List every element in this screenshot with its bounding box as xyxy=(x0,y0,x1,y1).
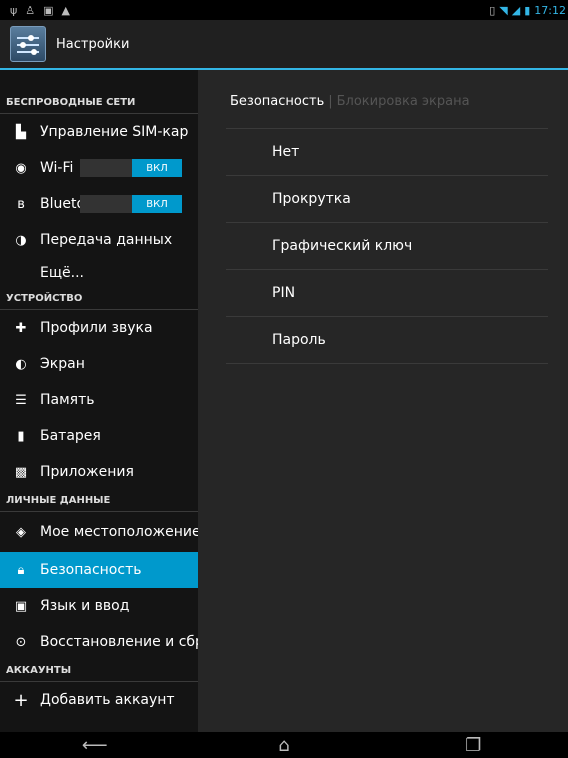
option-pin[interactable]: PIN xyxy=(226,269,548,316)
sidebar-item-label: Ещё... xyxy=(40,265,84,281)
recents-icon[interactable]: ❐ xyxy=(443,735,503,756)
lock-icon: 🔒︎ xyxy=(17,562,25,578)
sidebar-item-more[interactable]: Ещё... xyxy=(0,258,198,288)
sidebar-item-language[interactable]: ▣ Язык и ввод xyxy=(0,588,198,624)
sidebar-item-backup[interactable]: ⊙ Восстановление и сброс xyxy=(0,624,198,660)
app-title: Настройки xyxy=(56,36,130,52)
status-bar: ψ ♙ ▣ ▲ ▯ ◥ ◢ ▮ 17:12 xyxy=(0,0,568,20)
wifi-toggle[interactable]: ВКЛ xyxy=(80,159,182,177)
apps-icon: ▩ xyxy=(14,464,28,480)
debug-icon: ♙ xyxy=(25,3,36,17)
vibrate-icon: ▯ xyxy=(489,3,496,17)
wifi-toggle-on: ВКЛ xyxy=(132,159,182,177)
add-icon: + xyxy=(13,689,29,711)
section-header-personal: ЛИЧНЫЕ ДАННЫЕ xyxy=(0,490,198,512)
sidebar-item-wifi[interactable]: ◉ Wi-Fi ВКЛ xyxy=(0,150,198,186)
breadcrumb-parent: Блокировка экрана xyxy=(336,94,470,109)
sidebar-item-label: Добавить аккаунт xyxy=(40,692,175,708)
sidebar-item-display[interactable]: ◐ Экран xyxy=(0,346,198,382)
sim-icon: ▙ xyxy=(16,124,26,140)
action-bar: Настройки xyxy=(0,20,568,70)
screen-lock-options: Нет Прокрутка Графический ключ PIN Парол… xyxy=(226,128,548,364)
restore-icon: ⊙ xyxy=(15,634,27,650)
back-icon[interactable]: ⟵ xyxy=(65,735,125,756)
sidebar-item-bluetooth[interactable]: ʙ Bluetooth ВКЛ xyxy=(0,186,198,222)
wifi-icon: ◥ xyxy=(499,3,508,17)
sidebar-item-storage[interactable]: ☰ Память xyxy=(0,382,198,418)
sidebar-item-apps[interactable]: ▩ Приложения xyxy=(0,454,198,490)
language-icon: ▣ xyxy=(14,598,28,614)
sidebar-item-label: Управление SIM-кар xyxy=(40,124,189,140)
image-icon: ▣ xyxy=(43,3,54,17)
settings-app-icon[interactable] xyxy=(10,26,46,62)
option-password[interactable]: Пароль xyxy=(226,316,548,364)
section-header-accounts: АККАУНТЫ xyxy=(0,660,198,682)
sidebar-item-label: Bluetooth xyxy=(40,196,80,212)
sound-profile-icon: ✚ xyxy=(15,320,27,336)
breadcrumb-separator: | xyxy=(328,94,333,109)
detail-pane: Безопасность | Блокировка экрана Нет Прокр… xyxy=(198,70,568,732)
option-none[interactable]: Нет xyxy=(226,128,548,175)
breadcrumb: Безопасность | Блокировка экрана xyxy=(230,94,470,109)
sidebar-item-sim[interactable]: ▙ Управление SIM-кар xyxy=(0,114,198,150)
sidebar-item-data-usage[interactable]: ◑ Передача данных xyxy=(0,222,198,258)
sidebar-item-label: Память xyxy=(40,392,95,408)
sidebar-item-label: Приложения xyxy=(40,464,134,480)
data-usage-icon: ◑ xyxy=(15,232,27,248)
sidebar-item-label: Экран xyxy=(40,356,85,372)
home-icon[interactable]: ⌂ xyxy=(254,735,314,756)
sidebar-item-security[interactable]: 🔒︎ Безопасность xyxy=(0,552,198,588)
location-icon: ◈ xyxy=(16,524,26,540)
option-slide[interactable]: Прокрутка xyxy=(226,175,548,222)
sidebar-item-label: Батарея xyxy=(40,428,101,444)
section-header-device: УСТРОЙСТВО xyxy=(0,288,198,310)
wifi-icon: ◉ xyxy=(15,160,27,176)
storage-icon: ☰ xyxy=(15,392,27,408)
sidebar-item-label: Мое местоположение xyxy=(40,524,198,540)
bluetooth-icon: ʙ xyxy=(17,196,25,212)
sidebar-item-label: Профили звука xyxy=(40,320,153,336)
navigation-bar: ⟵ ⌂ ❐ xyxy=(0,732,568,758)
warning-icon: ▲ xyxy=(61,3,71,17)
bluetooth-toggle[interactable]: ВКЛ xyxy=(80,195,182,213)
battery-icon: ▮ xyxy=(524,3,531,17)
sidebar-item-label: Передача данных xyxy=(40,232,173,248)
sidebar-item-label: Язык и ввод xyxy=(40,598,130,614)
sidebar-item-battery[interactable]: ▮ Батарея xyxy=(0,418,198,454)
signal-icon: ◢ xyxy=(511,3,521,17)
sidebar-item-label: Wi-Fi xyxy=(40,160,74,176)
sidebar-item-sound[interactable]: ✚ Профили звука xyxy=(0,310,198,346)
bluetooth-toggle-on: ВКЛ xyxy=(132,195,182,213)
sidebar-item-location[interactable]: ◈ Мое местоположение xyxy=(0,512,198,552)
option-pattern[interactable]: Графический ключ xyxy=(226,222,548,269)
display-icon: ◐ xyxy=(15,356,27,372)
sidebar-item-label: Безопасность xyxy=(40,562,142,578)
sidebar-item-label: Восстановление и сброс xyxy=(40,634,198,650)
battery-icon: ▮ xyxy=(17,428,25,444)
settings-sidebar: БЕСПРОВОДНЫЕ СЕТИ ▙ Управление SIM-кар ◉… xyxy=(0,70,198,732)
sidebar-item-add-account[interactable]: + Добавить аккаунт xyxy=(0,682,198,718)
section-header-wireless: БЕСПРОВОДНЫЕ СЕТИ xyxy=(0,70,198,114)
status-time: 17:12 xyxy=(534,3,566,17)
usb-icon: ψ xyxy=(10,3,18,17)
breadcrumb-current[interactable]: Безопасность xyxy=(230,94,324,109)
